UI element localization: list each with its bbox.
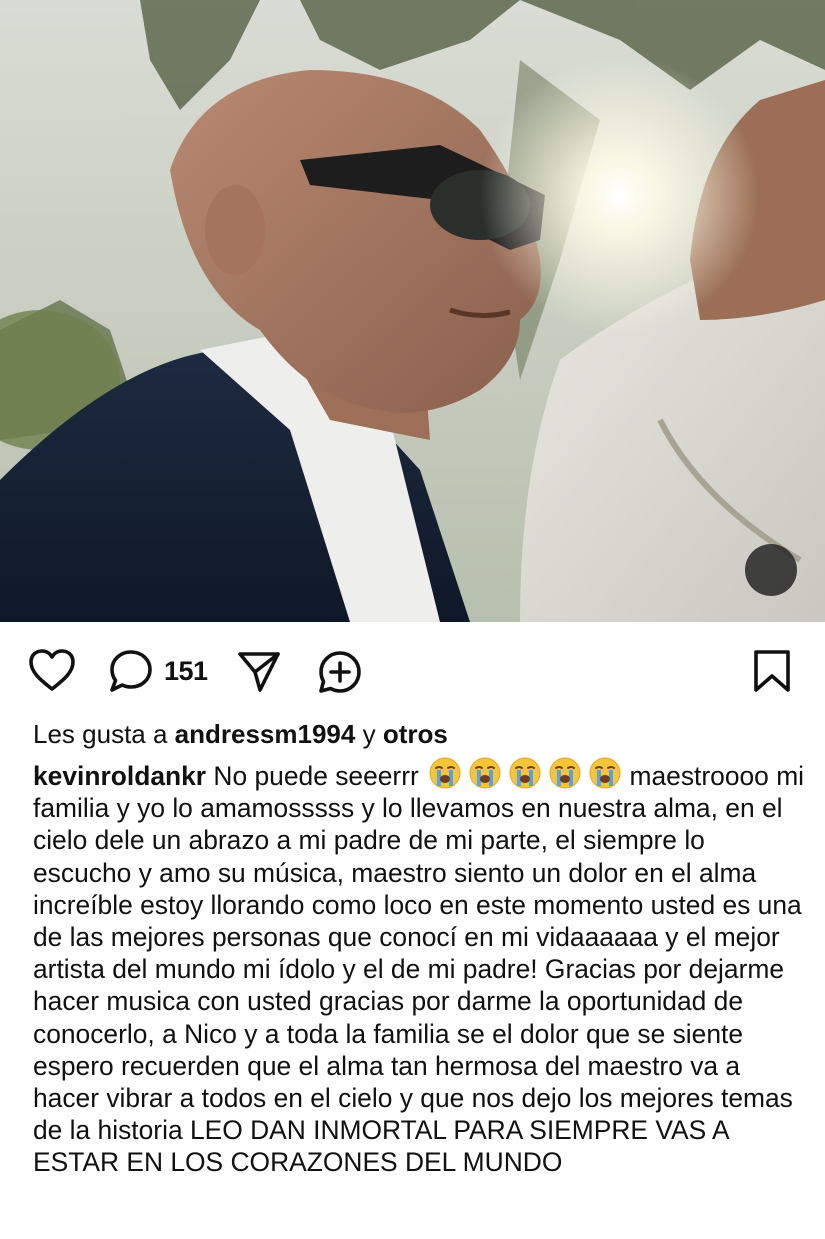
post-video[interactable] xyxy=(0,0,825,622)
caption-username[interactable]: kevinroldankr xyxy=(33,761,206,791)
remix-button[interactable] xyxy=(316,648,364,696)
comment-button[interactable]: 151 xyxy=(108,648,208,694)
heart-icon xyxy=(29,649,75,691)
comment-count: 151 xyxy=(164,655,208,686)
speaker-muted-icon xyxy=(745,544,825,622)
loudly-crying-face-icon xyxy=(469,757,501,789)
loudly-crying-face-icon xyxy=(589,757,621,789)
likes-joiner: y xyxy=(362,719,376,749)
caption-lead: No puede seeerrr xyxy=(213,761,419,791)
likes-others-link[interactable]: otros xyxy=(383,719,448,749)
likes-prefix: Les gusta a xyxy=(33,719,168,749)
likes-summary[interactable]: Les gusta a andressm1994 y otros xyxy=(33,717,803,751)
save-button[interactable] xyxy=(752,648,792,694)
like-button[interactable] xyxy=(28,648,76,692)
crying-emoji-group xyxy=(428,756,622,790)
share-button[interactable] xyxy=(236,648,282,694)
post-caption: kevinroldankr No puede seeerrr maestrooo… xyxy=(33,756,808,1179)
loudly-crying-face-icon xyxy=(429,757,461,789)
bookmark-icon xyxy=(754,650,790,692)
add-circle-icon xyxy=(319,651,361,693)
post-action-bar: 151 xyxy=(0,622,825,718)
loudly-crying-face-icon xyxy=(549,757,581,789)
comment-bubble-icon xyxy=(110,650,152,692)
caption-body: maestroooo mi familia y yo lo amamosssss… xyxy=(33,761,805,1178)
video-frame xyxy=(0,0,825,622)
loudly-crying-face-icon xyxy=(509,757,541,789)
liked-by-username[interactable]: andressm1994 xyxy=(175,719,356,749)
mute-toggle-button[interactable] xyxy=(745,544,797,596)
paper-plane-icon xyxy=(238,652,280,692)
